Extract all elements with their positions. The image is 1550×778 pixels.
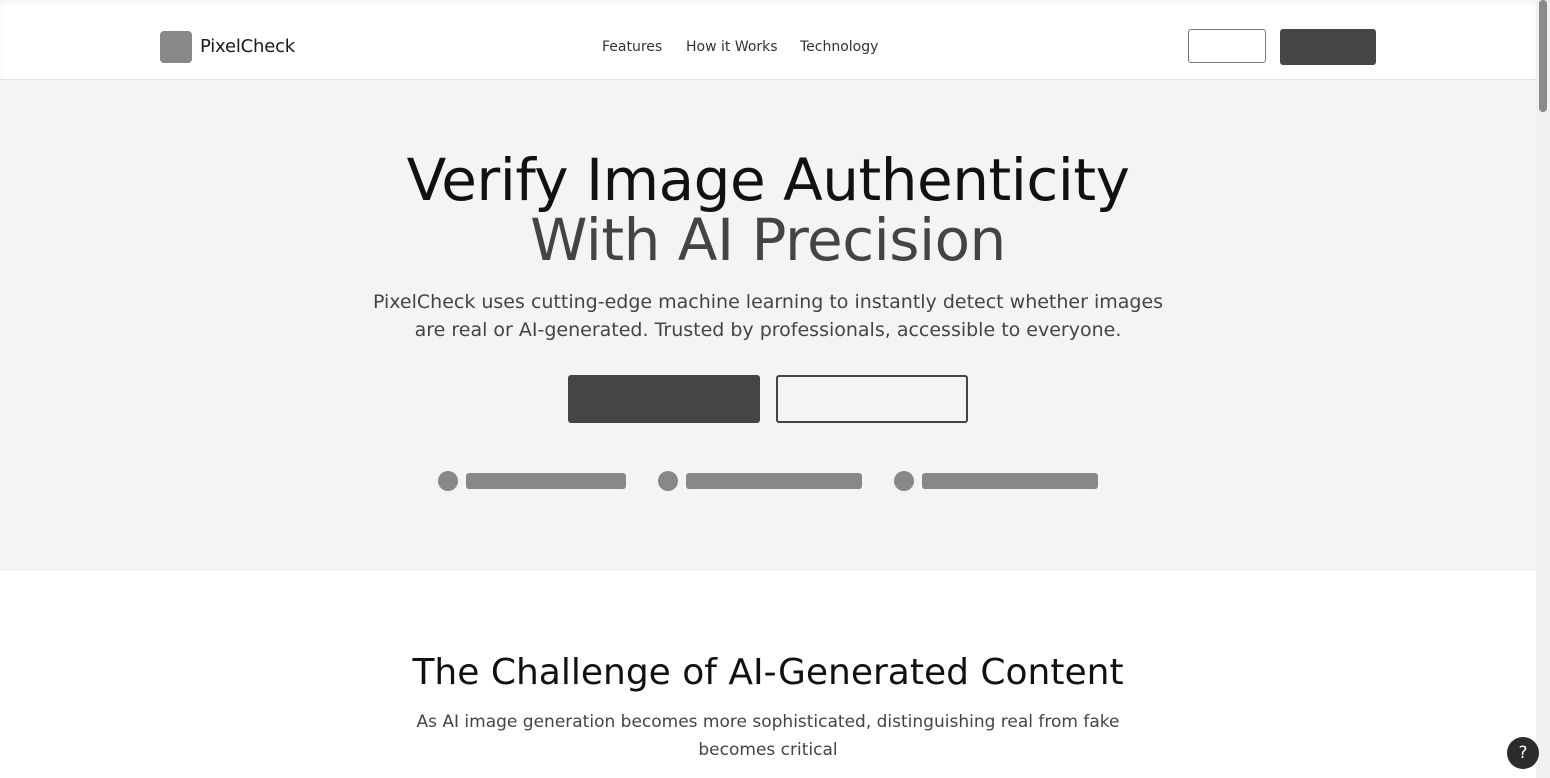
trust-item-1-label-placeholder (466, 473, 626, 489)
hero-section: Verify Image Authenticity With AI Precis… (0, 80, 1536, 571)
nav-link-technology[interactable]: Technology (800, 39, 878, 55)
site-header: PixelCheck Features How it Works Technol… (0, 0, 1536, 80)
trust-item-2-label-placeholder (686, 473, 862, 489)
challenge-title: The Challenge of AI-Generated Content (412, 652, 1124, 693)
trust-item-3-label-placeholder (922, 473, 1098, 489)
header-secondary-button[interactable] (1188, 29, 1266, 63)
scrollbar-thumb[interactable] (1539, 0, 1547, 112)
hero-secondary-button[interactable] (776, 375, 968, 423)
hero-title-line2: With AI Precision (530, 206, 1006, 274)
hero-primary-button[interactable] (568, 375, 760, 423)
header-primary-button[interactable] (1280, 29, 1376, 65)
trust-item-2-icon (658, 471, 678, 491)
logo-icon[interactable] (160, 31, 192, 63)
trust-item-3-icon (894, 471, 914, 491)
page-scrollbar[interactable] (1536, 0, 1550, 778)
challenge-subtitle: As AI image generation becomes more soph… (416, 712, 1120, 760)
hero-subtitle: PixelCheck uses cutting-edge machine lea… (372, 291, 1164, 341)
page: PixelCheck Features How it Works Technol… (0, 0, 1536, 778)
help-button[interactable]: ? (1507, 737, 1539, 769)
nav-link-how-it-works[interactable]: How it Works (686, 39, 778, 55)
trust-item-1-icon (438, 471, 458, 491)
brand-name[interactable]: PixelCheck (200, 36, 295, 57)
hero-title-line1: Verify Image Authenticity (406, 146, 1130, 214)
nav-link-features[interactable]: Features (602, 39, 662, 55)
